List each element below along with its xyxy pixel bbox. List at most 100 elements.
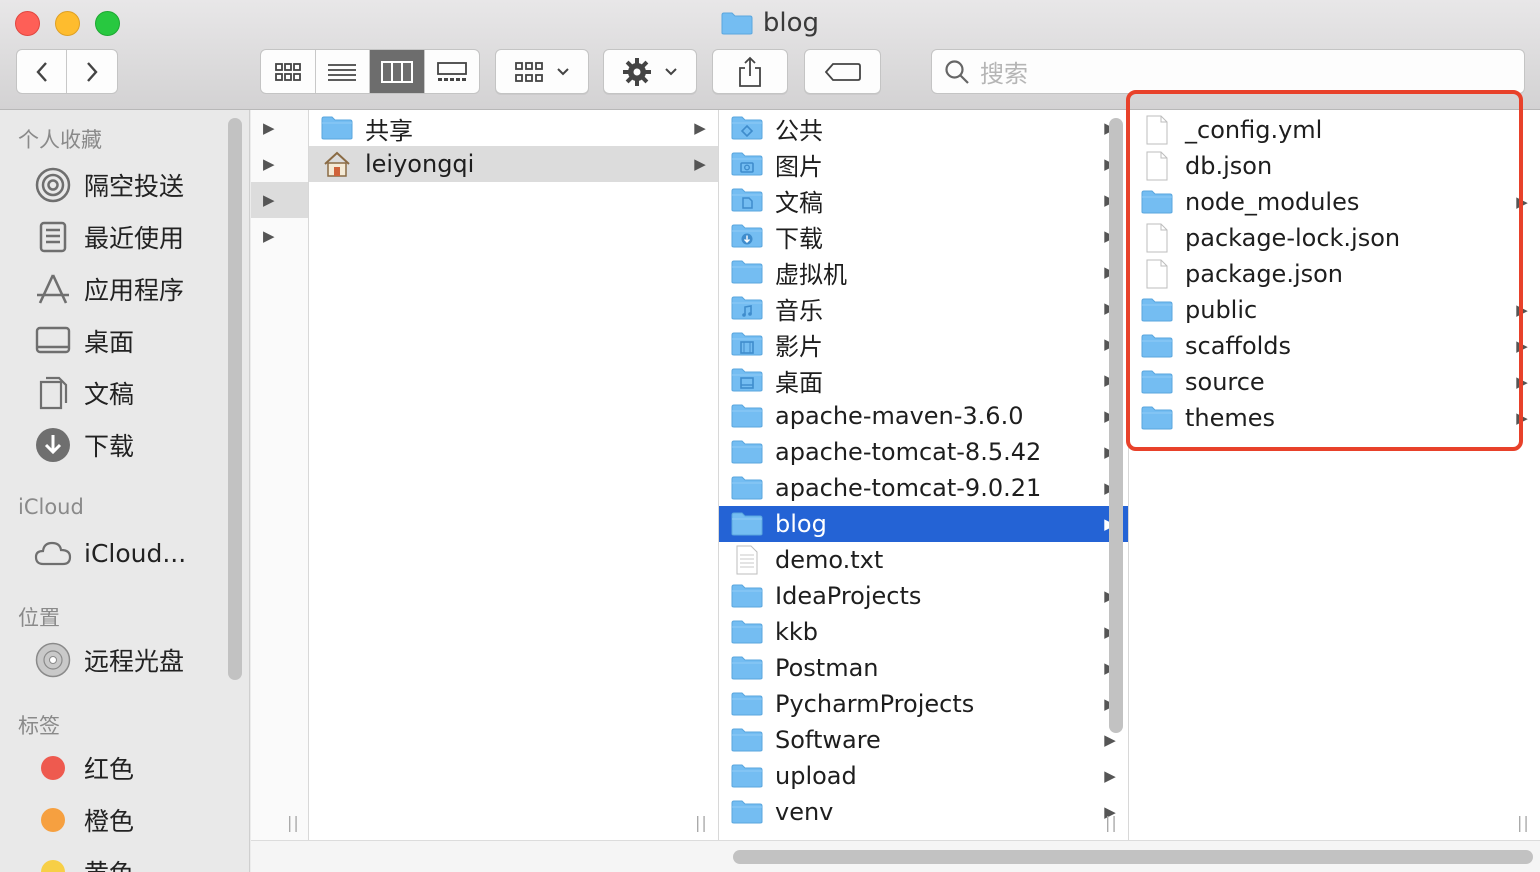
- folder-row[interactable]: IdeaProjects▶: [719, 578, 1128, 614]
- sidebar-item-label: 桌面: [84, 328, 135, 357]
- item-name: Postman: [775, 654, 879, 682]
- text-file-icon: [731, 545, 763, 575]
- item-name: 影片: [775, 332, 823, 361]
- folder-icon: [731, 619, 763, 645]
- tags-heading: 标签: [18, 714, 60, 738]
- disclosure-row[interactable]: ▶: [251, 218, 308, 254]
- triangle-right-icon: ▶: [263, 155, 275, 173]
- sidebar-item-label: 最近使用: [84, 224, 185, 253]
- folder-music-icon: [731, 295, 763, 321]
- disclosure-row[interactable]: ▶: [251, 182, 308, 218]
- folder-row[interactable]: 文稿▶: [719, 182, 1128, 218]
- sidebar-item-downloads[interactable]: 下载: [34, 425, 134, 465]
- gallery-view-button[interactable]: [425, 50, 480, 93]
- airdrop-icon: [34, 166, 72, 204]
- action-menu-button[interactable]: [603, 49, 697, 94]
- share-button[interactable]: [712, 49, 788, 94]
- icon-view-button[interactable]: [261, 50, 316, 93]
- sidebar-item-label: 下载: [84, 432, 135, 461]
- triangle-right-icon: ▶: [263, 227, 275, 245]
- sidebar-item-tag-yellow[interactable]: 黄色: [34, 852, 134, 872]
- cloud-icon: [34, 534, 72, 572]
- folder-icon: [731, 259, 763, 285]
- tag-dot-icon: [34, 801, 72, 839]
- folder-row[interactable]: 虚拟机▶: [719, 254, 1128, 290]
- item-name: 公共: [775, 116, 823, 145]
- horizontal-scrollbar[interactable]: [733, 850, 1533, 864]
- folder-row[interactable]: 影片▶: [719, 326, 1128, 362]
- triangle-right-icon: ▶: [694, 119, 706, 137]
- sidebar-item-tag-red[interactable]: 红色: [34, 748, 134, 788]
- group-grid-icon: [515, 61, 543, 82]
- folder-row[interactable]: apache-tomcat-8.5.42▶: [719, 434, 1128, 470]
- item-name: demo.txt: [775, 546, 884, 574]
- folder-row[interactable]: venv ▶: [719, 794, 1128, 830]
- item-name: 虚拟机: [775, 260, 847, 289]
- column-scrollbar[interactable]: [1109, 118, 1123, 733]
- folder-row[interactable]: blog▶: [719, 506, 1128, 542]
- triangle-right-icon: ▶: [1104, 767, 1116, 785]
- orange-tag-dot: [41, 808, 65, 832]
- folder-row[interactable]: PycharmProjects▶: [719, 686, 1128, 722]
- triangle-right-icon: ▶: [1104, 731, 1116, 749]
- folder-documents-icon: [731, 187, 763, 213]
- sidebar: 个人收藏 隔空投送 最近使用 应用程序 桌面 文稿 下载 iCloud iClo…: [0, 110, 250, 872]
- home-icon: [321, 151, 353, 177]
- column-resize-handle[interactable]: ||: [1517, 813, 1530, 832]
- item-name: Software: [775, 726, 881, 754]
- folder-icon: [731, 763, 763, 789]
- folder-row[interactable]: leiyongqi ▶: [309, 146, 718, 182]
- folder-row[interactable]: 音乐▶: [719, 290, 1128, 326]
- columns-icon: [380, 60, 413, 83]
- column-home: 公共▶图片▶文稿▶下载▶虚拟机▶音乐▶影片▶桌面▶apache-maven-3.…: [719, 110, 1129, 840]
- folder-icon: [731, 511, 763, 537]
- folder-row[interactable]: apache-tomcat-9.0.21▶: [719, 470, 1128, 506]
- sidebar-item-remote-disc[interactable]: 远程光盘: [34, 640, 184, 680]
- search-field[interactable]: 搜索: [931, 49, 1525, 94]
- folder-row[interactable]: upload ▶: [719, 758, 1128, 794]
- sidebar-scrollbar[interactable]: [228, 118, 242, 680]
- group-by-button[interactable]: [495, 49, 589, 94]
- folder-row[interactable]: Postman▶: [719, 650, 1128, 686]
- tag-dot-icon: [34, 749, 72, 787]
- documents-icon: [34, 374, 72, 412]
- sidebar-item-desktop[interactable]: 桌面: [34, 321, 134, 361]
- column-resize-handle[interactable]: ||: [695, 813, 708, 832]
- item-name: blog: [775, 510, 827, 538]
- forward-button[interactable]: [67, 50, 117, 93]
- item-name: IdeaProjects: [775, 582, 922, 610]
- folder-row[interactable]: 共享 ▶: [309, 110, 718, 146]
- disclosure-row[interactable]: ▶: [251, 146, 308, 182]
- yellow-tag-dot: [41, 860, 65, 872]
- back-button[interactable]: [17, 50, 68, 93]
- file-row[interactable]: demo.txt: [719, 542, 1128, 578]
- folder-icon: [731, 439, 763, 465]
- sidebar-item-label: 远程光盘: [84, 647, 185, 676]
- folder-row[interactable]: apache-maven-3.6.0▶: [719, 398, 1128, 434]
- sidebar-item-recents[interactable]: 最近使用: [34, 217, 184, 257]
- sidebar-item-documents[interactable]: 文稿: [34, 373, 134, 413]
- sidebar-item-tag-orange[interactable]: 橙色: [34, 800, 134, 840]
- chevron-left-icon: [35, 61, 47, 82]
- sidebar-item-applications[interactable]: 应用程序: [34, 269, 184, 309]
- icon-grid-icon: [274, 62, 301, 81]
- column-resize-handle[interactable]: ||: [287, 813, 300, 832]
- folder-downloads-icon: [731, 223, 763, 249]
- disclosure-row[interactable]: ▶: [251, 110, 308, 146]
- edit-tags-button[interactable]: [804, 49, 881, 94]
- folder-row[interactable]: 下载▶: [719, 218, 1128, 254]
- list-view-button[interactable]: [316, 50, 370, 93]
- column-resize-handle[interactable]: ||: [1105, 813, 1118, 832]
- folder-icon: [731, 475, 763, 501]
- column-view-button[interactable]: [370, 50, 425, 93]
- sidebar-item-airdrop[interactable]: 隔空投送: [34, 165, 184, 205]
- folder-row[interactable]: kkb▶: [719, 614, 1128, 650]
- search-placeholder: 搜索: [980, 60, 1028, 88]
- folder-row[interactable]: 桌面▶: [719, 362, 1128, 398]
- window-title-text: blog: [762, 8, 820, 38]
- folder-row[interactable]: 图片▶: [719, 146, 1128, 182]
- folder-row[interactable]: 公共▶: [719, 110, 1128, 146]
- folder-row[interactable]: Software ▶: [719, 722, 1128, 758]
- item-name: kkb: [775, 618, 819, 646]
- sidebar-item-icloud-drive[interactable]: iCloud...: [34, 533, 186, 573]
